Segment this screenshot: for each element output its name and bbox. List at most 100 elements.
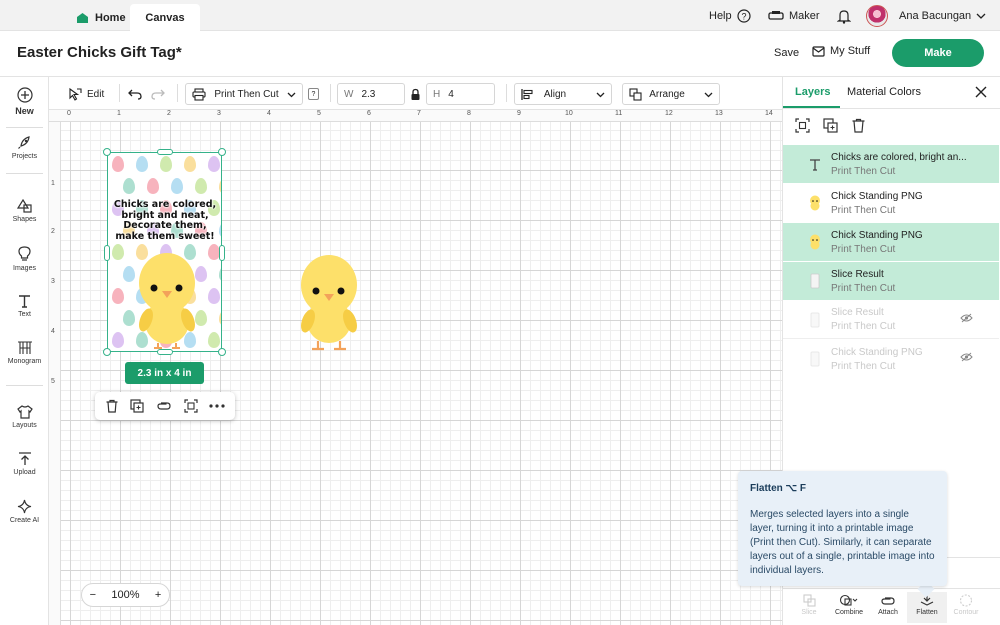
zoom-out-button[interactable]: − [90,589,96,601]
user-menu[interactable]: Ana Bacungan [866,4,986,28]
flatten-tooltip: Flatten ⌥ F Merges selected layers into … [738,471,947,586]
delete-layer-icon[interactable] [851,118,866,133]
ruler-tick-label: 6 [367,110,371,117]
layer-row[interactable]: Chick Standing PNG Print Then Cut [783,340,999,378]
width-label: W [344,88,354,100]
arrange-dropdown[interactable]: Arrange [622,83,720,105]
attach-button[interactable]: Attach [868,594,908,616]
tooltip-body: Merges selected layers into a single lay… [750,509,935,576]
height-field[interactable]: H 4 [426,83,495,105]
ruler-tick-label: 2 [51,228,55,235]
sidebar-item-images[interactable]: Images [0,246,49,272]
resize-handle-bottom[interactable] [157,349,173,355]
project-title[interactable]: Easter Chicks Gift Tag* [17,44,182,61]
sidebar-item-shapes[interactable]: Shapes [0,199,49,223]
width-field[interactable]: W 2.3 [337,83,405,105]
rocket-icon [18,136,30,149]
tab-home[interactable]: Home [64,4,138,31]
eye-hidden-icon[interactable] [960,313,973,323]
layer-row[interactable]: Slice Result Print Then Cut [783,301,999,339]
chick-icon [810,195,820,211]
slice-icon [810,351,820,367]
tab-material-colors[interactable]: Material Colors [847,86,921,98]
printer-icon [192,87,206,101]
height-value: 4 [448,88,454,100]
close-icon[interactable] [974,85,988,99]
redo-icon [151,89,165,100]
ruler-tick-label: 1 [117,110,121,117]
layer-row[interactable]: Chicks are colored, bright an... Print T… [783,145,999,183]
undo-button[interactable] [128,83,142,105]
tab-layers[interactable]: Layers [795,86,830,98]
my-stuff-label: My Stuff [830,45,871,57]
resize-handle-bottom-right[interactable] [218,348,226,356]
flatten-button[interactable]: Flatten [907,592,947,623]
layer-operation: Print Then Cut [831,204,896,216]
zoom-in-button[interactable]: + [155,589,161,601]
duplicate-icon[interactable] [130,399,144,413]
save-button[interactable]: Save [774,47,799,59]
user-name: Ana Bacungan [899,10,972,22]
maker-label: Maker [789,10,820,22]
eye-hidden-icon[interactable] [960,352,973,362]
chick-image-standalone[interactable] [294,253,364,353]
layer-row[interactable]: Chick Standing PNG Print Then Cut [783,223,999,261]
layer-row[interactable]: Chick Standing PNG Print Then Cut [783,184,999,222]
sidebar-item-text[interactable]: Text [0,294,49,318]
sidebar-item-projects[interactable]: Projects [0,135,49,160]
slice-label: Slice [801,609,817,616]
ruler-top: 0 1 2 3 4 5 6 7 8 9 10 11 12 13 14 [49,110,782,122]
resize-handle-top-right[interactable] [218,148,226,156]
duplicate-layer-icon[interactable] [823,118,838,133]
sidebar-item-new[interactable]: New [0,87,49,116]
slice-button[interactable]: Slice [789,594,829,616]
maker-button[interactable]: Maker [768,6,820,26]
sidebar-item-monogram[interactable]: Monogram [0,341,49,365]
layer-row[interactable]: Slice Result Print Then Cut [783,262,999,300]
trash-icon[interactable] [105,399,119,413]
redo-button[interactable] [151,83,165,105]
sidebar-item-layouts[interactable]: Layouts [0,405,49,429]
contour-icon [959,594,973,607]
avatar [866,5,888,27]
contour-button[interactable]: Contour [946,594,986,616]
height-label: H [433,88,441,100]
make-button[interactable]: Make [892,39,984,67]
align-dropdown[interactable]: Align [514,83,612,105]
resize-handle-top-left[interactable] [103,148,111,156]
lightbulb-icon [18,246,31,261]
group-select-icon[interactable] [183,399,198,413]
sidebar-item-upload[interactable]: Upload [0,452,49,476]
resize-handle-right[interactable] [219,245,225,261]
edit-button[interactable]: Edit [68,83,104,105]
size-badge: 2.3 in x 4 in [125,362,204,384]
sidebar-item-create-ai[interactable]: Create AI [0,499,49,524]
home-icon [77,12,88,23]
layer-operation: Print Then Cut [831,321,896,332]
sidebar-item-label: Layouts [12,422,37,429]
resize-handle-left[interactable] [104,245,110,261]
chevron-down-icon [704,92,713,97]
arrange-icon [629,87,642,101]
lock-aspect-button[interactable] [410,83,421,105]
ruler-tick-label: 13 [715,110,723,117]
combine-button[interactable]: Combine [829,594,869,616]
combine-label: Combine [834,609,863,616]
notifications-button[interactable] [837,6,851,26]
tooltip-title: Flatten ⌥ F [750,483,806,494]
undo-icon [128,89,142,100]
ruler-tick-label: 1 [51,180,55,187]
ruler-tick-label: 8 [467,110,471,117]
shirt-icon [16,405,33,419]
attach-icon[interactable] [156,401,172,411]
lock-icon [411,88,420,100]
resize-handle-bottom-left[interactable] [103,348,111,356]
group-icon[interactable] [795,118,810,133]
operation-help-button[interactable]: ? [308,88,319,100]
help-button[interactable]: Help ? [709,6,751,26]
operation-select[interactable]: Print Then Cut [185,83,303,105]
my-stuff-button[interactable]: My Stuff [812,45,870,57]
more-icon[interactable] [209,404,225,408]
resize-handle-top[interactable] [157,149,173,155]
tab-canvas[interactable]: Canvas [130,4,200,31]
